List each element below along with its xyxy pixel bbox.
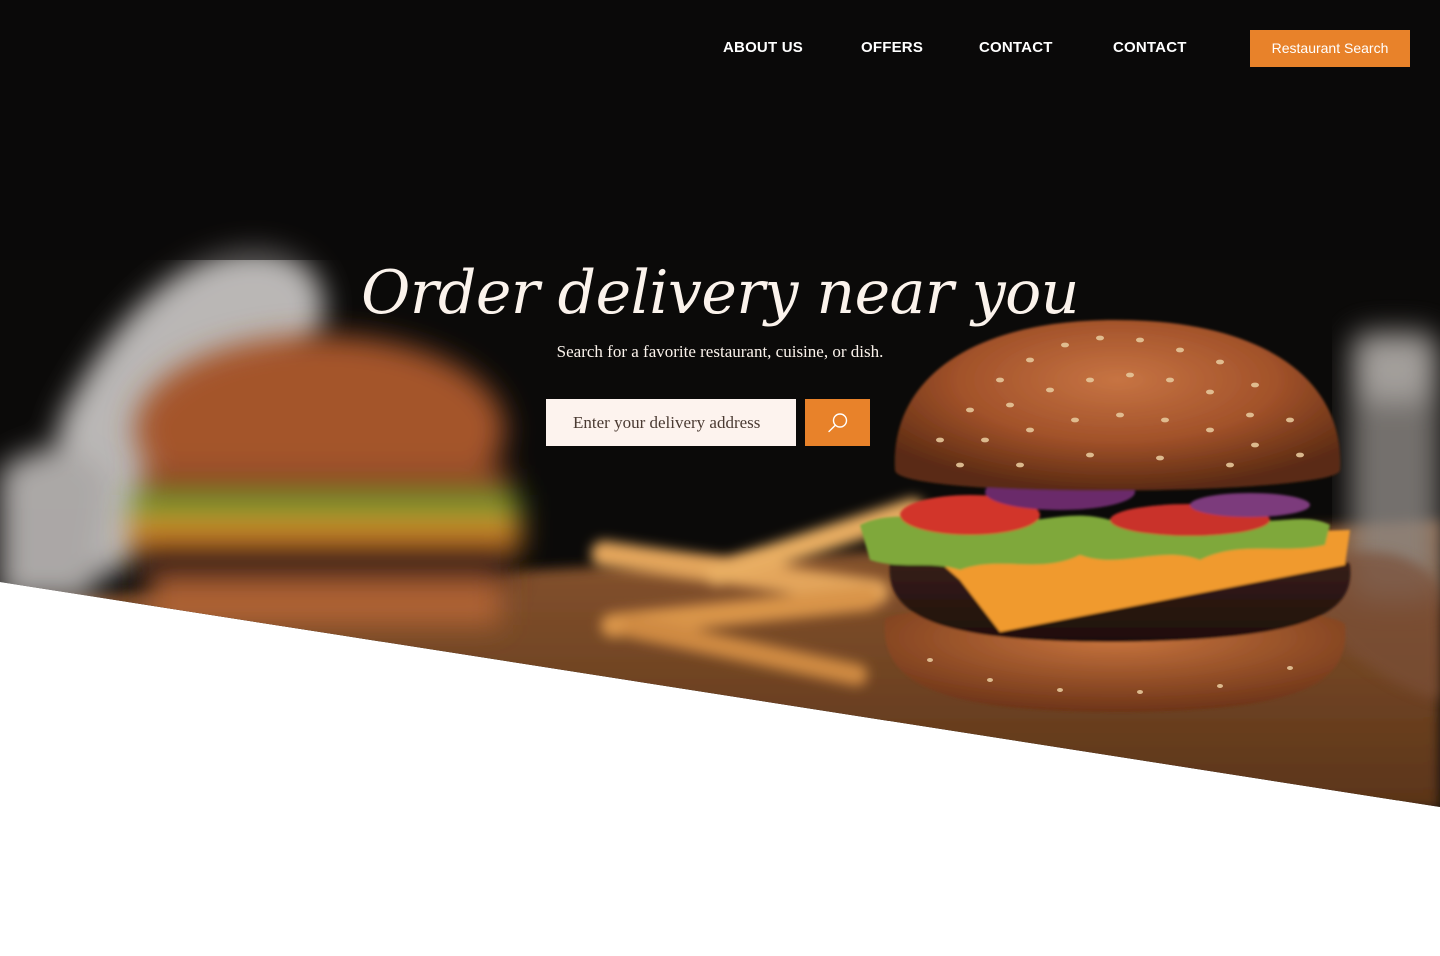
hero-title: Order delivery near you bbox=[361, 258, 1079, 328]
nav-link-about-us[interactable]: ABOUT US bbox=[723, 39, 803, 56]
nav-link-offers[interactable]: OFFERS bbox=[861, 39, 923, 56]
delivery-address-input[interactable] bbox=[546, 399, 796, 446]
landing-page: ABOUT US OFFERS CONTACT CONTACT Restaura… bbox=[0, 0, 1440, 956]
restaurant-search-button[interactable]: Restaurant Search bbox=[1250, 30, 1410, 67]
search-submit-button[interactable] bbox=[805, 399, 870, 446]
hero-subtitle: Search for a favorite restaurant, cuisin… bbox=[556, 342, 884, 361]
top-navigation: ABOUT US OFFERS CONTACT CONTACT Restaura… bbox=[0, 30, 1440, 67]
search-icon bbox=[828, 413, 848, 433]
nav-link-contact[interactable]: CONTACT bbox=[979, 39, 1053, 56]
nav-link-contact-secondary[interactable]: CONTACT bbox=[1113, 39, 1187, 56]
